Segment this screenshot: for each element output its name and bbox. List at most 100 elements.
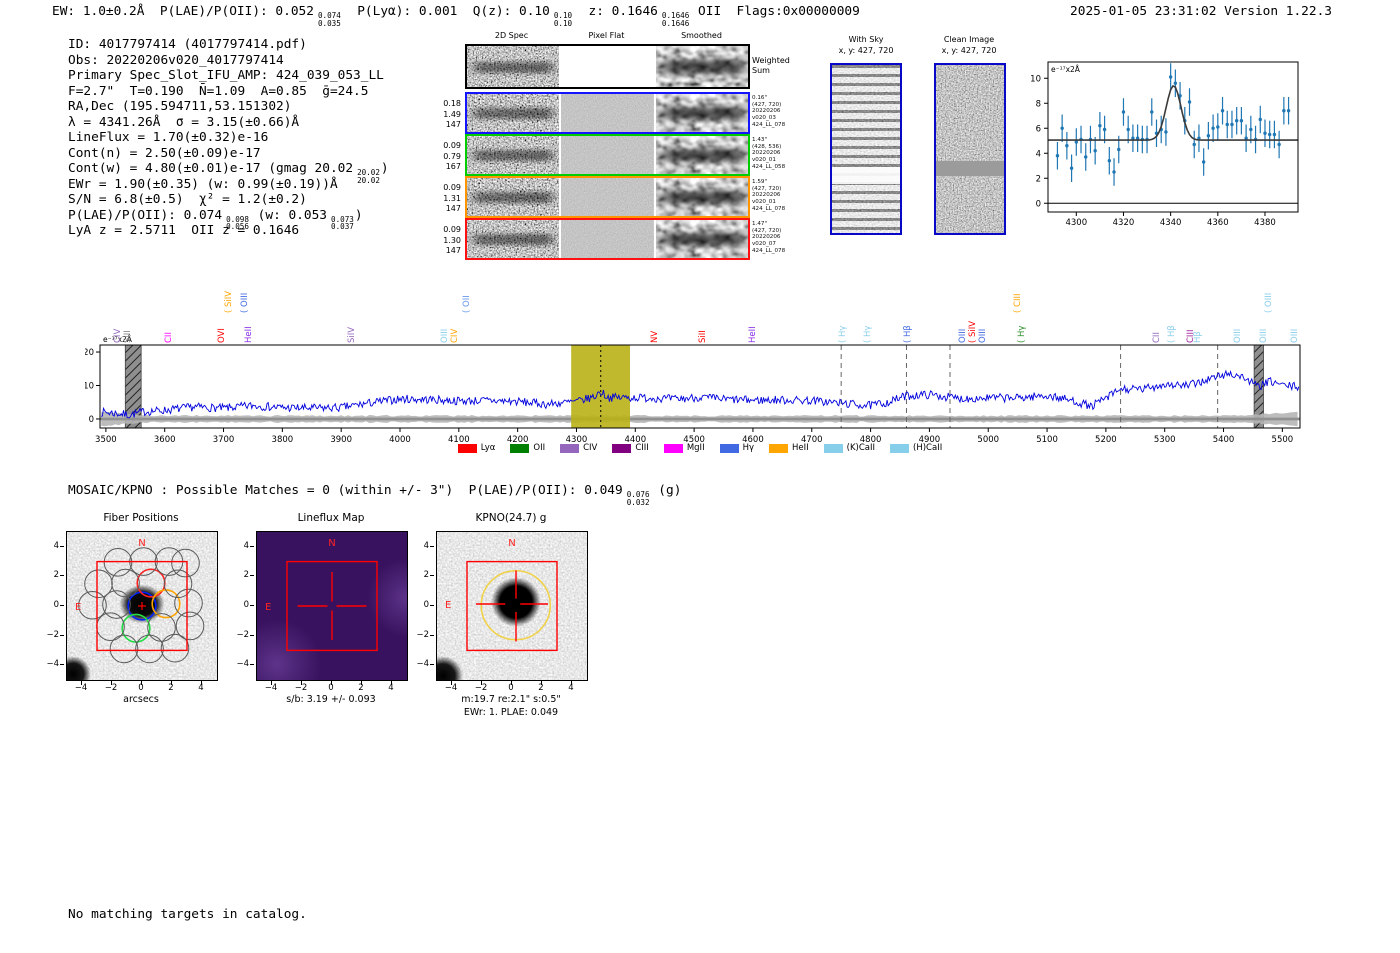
clean-image (934, 63, 1006, 235)
info-line: λ = 4341.26Å σ = 3.15(±0.66)Å (68, 115, 389, 131)
sky-gap-band (832, 167, 900, 185)
legend-item: (K)CaII (823, 443, 876, 453)
twod-row: 0.18 1.49 147 0.16" (427, 720) 20220206 v020_0… (443, 92, 785, 134)
info-line: ID: 4017797414 (4017797414.pdf) (68, 37, 389, 53)
legend-item: CIV (560, 443, 597, 453)
x-tick-label: 4300 (1065, 218, 1087, 227)
stacked-uncertainty: 0.10 0.10 (553, 11, 573, 28)
y-tick-label: 2 (243, 570, 249, 581)
fiber-positions-title: Fiber Positions (103, 512, 179, 524)
compass-east: E (75, 602, 81, 613)
y-tick-mark (60, 664, 64, 666)
legend-item: Lyα (457, 443, 495, 453)
stacked-uncertainty: 0.1646 0.1646 (661, 11, 690, 28)
footer-line: No matching targets in catalog. (68, 907, 307, 922)
spectral-trace (467, 108, 560, 119)
compass-north: N (328, 538, 335, 549)
y-tick-label: 10 (1030, 74, 1041, 84)
y-tick-mark (250, 634, 254, 636)
mosaic-kpno-line: MOSAIC/KPNO : Possible Matches = 0 (with… (68, 483, 681, 507)
emission-line-label: ( SiIV (224, 290, 235, 313)
emission-line-label: ( OII (462, 295, 473, 313)
emission-line-label: OVI (216, 328, 227, 343)
y-tick-label: 2 (1036, 174, 1041, 184)
emission-line-label: CIV (450, 328, 461, 343)
spectral-trace (467, 234, 560, 245)
compass-east: E (445, 600, 451, 611)
info-line: LineFlux = 1.70(±0.32)e-16 (68, 130, 389, 146)
info-line: Primary Spec_Slot_IFU_AMP: 424_039_053_L… (68, 68, 389, 84)
legend-swatch (769, 443, 788, 453)
y-tick-label: 4 (53, 540, 59, 551)
text-segment: ID: 4017797414 (4017797414.pdf) (68, 37, 307, 52)
x-tick-label: 4340 (1160, 218, 1182, 227)
plot-frame (1047, 61, 1299, 213)
y-tick-mark (250, 545, 254, 547)
emission-line-label: Hβ (1193, 331, 1204, 343)
text-segment: P(Lyα): 0.001 Q(z): 0.10 (341, 4, 550, 19)
legend-swatch (890, 443, 910, 453)
twod-spec-image (467, 220, 560, 258)
x-tick-label: 4320 (1113, 218, 1135, 227)
legend-item: CIII (612, 443, 649, 453)
emission-line-label: ( OIII (1264, 292, 1275, 313)
y-tick-mark (60, 545, 64, 547)
fiber-positions-image: NE (66, 531, 218, 681)
legend-label: (K)CaII (846, 443, 876, 453)
sky-stripes-overlay (832, 65, 900, 233)
y-tick-label: 0 (1036, 199, 1041, 209)
with-sky-coords: x, y: 427, 720 (838, 46, 894, 55)
lineflux-title: Lineflux Map (297, 512, 365, 524)
x-tick-mark (271, 681, 272, 685)
clean-image-title-text: Clean Image (943, 35, 995, 44)
detection-info-block: ID: 4017797414 (4017797414.pdf) Obs: 2022… (68, 37, 389, 239)
full-spectrum-plot: 3500 3600 3700 3800 3900 4000 4100 4200 4300 4400… (85, 344, 1301, 445)
compass-north: N (138, 538, 145, 549)
twod-column-header: Pixel Flat (588, 31, 625, 40)
compass-north: N (508, 538, 515, 549)
text-segment: EW: 1.0±0.2Å P(LAE)/P(OII): 0.052 (52, 4, 314, 19)
info-line: Cont(n) = 2.50(±0.09)e-17 (68, 146, 389, 162)
stacked-uncertainty: 0.074 0.035 (317, 11, 341, 28)
text-segment: MOSAIC/KPNO : Possible Matches = 0 (with… (68, 483, 623, 498)
clean-image-coords: x, y: 427, 720 (941, 46, 997, 55)
x-tick-mark (451, 681, 452, 685)
y-tick-label: −4 (236, 659, 249, 670)
stacked-uncertainty: 0.073 0.037 (331, 214, 354, 232)
clean-image-title: Clean Image x, y: 427, 720 (909, 34, 1029, 56)
text-segment: P(LAE)/P(OII): 0.074 (68, 207, 223, 223)
emission-line-label: SiIV (346, 326, 357, 343)
emission-line-label: CII (1152, 332, 1163, 343)
x-tick-mark (391, 681, 392, 685)
smoothed-image (655, 178, 748, 216)
spectral-trace (655, 190, 748, 205)
fiber-id-label: 1.43" (428, 536) 20220206 v020_01 424_LL_058 (752, 137, 786, 170)
clean-noise (936, 65, 1004, 233)
emission-line-label: CII (164, 332, 175, 343)
emission-line-label: ( SiIV (967, 320, 978, 343)
text-segment: z: 0.1646 (573, 4, 658, 19)
x-tick-mark (361, 681, 362, 685)
elixer-report-page: EW: 1.0±0.2Å P(LAE)/P(OII): 0.052 0.074 0.… (0, 0, 1400, 953)
twod-column-header: 2D Spec (494, 31, 529, 40)
y-tick-label: 4 (243, 540, 249, 551)
y-tick-label: −2 (236, 629, 249, 640)
emission-line-label: OIII (440, 328, 451, 343)
legend-item: Hγ (719, 443, 754, 453)
y-tick-label: 2 (423, 570, 429, 581)
clean-gray-band (936, 160, 1004, 176)
emission-line-label: NV (650, 330, 661, 343)
spectral-trace (655, 232, 748, 247)
text-segment: LyA z = 2.5711 OII z = 0.1646 (68, 223, 300, 238)
x-tick-mark (81, 681, 82, 685)
compass-east: E (265, 602, 271, 613)
smoothed-image (655, 94, 748, 132)
spectrum-line (101, 369, 1300, 419)
y-tick-label: −2 (46, 629, 59, 640)
pixel-flat-image (561, 220, 654, 258)
y-tick-label: 20 (85, 348, 94, 358)
info-line: Cont(w) = 4.80(±0.01)e-17 (gmag 20.02 20.… (68, 161, 389, 184)
emission-line-label: SiII (697, 330, 708, 343)
legend-swatch (457, 443, 477, 453)
y-tick-mark (430, 634, 434, 636)
